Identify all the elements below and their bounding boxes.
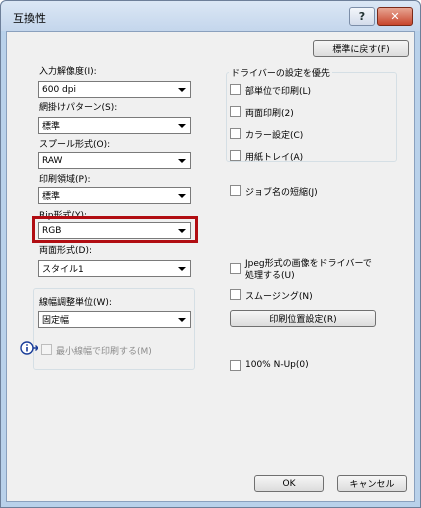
halftone-value: 標準 — [42, 122, 61, 132]
rip-format-select[interactable]: RGB — [38, 222, 191, 239]
jpeg-driver-label-line2: 処理する(U) — [245, 271, 295, 281]
print-area-value: 標準 — [42, 192, 61, 202]
chevron-down-icon — [178, 124, 186, 128]
window-title: 互換性 — [13, 12, 46, 25]
smoothing-checkbox[interactable] — [230, 289, 241, 300]
chevron-down-icon — [178, 318, 186, 322]
line-width-value: 固定幅 — [42, 316, 70, 326]
print-area-select[interactable]: 標準 — [38, 187, 191, 204]
duplex-format-label: 両面形式(D): — [39, 246, 92, 256]
print-position-label: 印刷位置設定(R) — [269, 315, 337, 325]
line-width-select[interactable]: 固定幅 — [38, 311, 191, 328]
nup-100-label: 100% N-Up(0) — [245, 360, 309, 370]
reset-default-label: 標準に戻す(F) — [332, 45, 390, 55]
duplex-label: 両面印刷(2) — [245, 109, 294, 119]
spool-value: RAW — [42, 155, 63, 166]
collate-checkbox[interactable] — [230, 84, 241, 95]
title-bar: 互換性 ? ✕ — [1, 1, 420, 31]
spool-select[interactable]: RAW — [38, 152, 191, 169]
cancel-label: キャンセル — [349, 480, 395, 490]
duplex-format-value: スタイル1 — [42, 265, 84, 275]
shorten-job-name-checkbox[interactable] — [230, 185, 241, 196]
dialog-window: 互換性 ? ✕ 標準に戻す(F) 入力解像度(I): 600 dpi 網掛けパタ… — [0, 0, 421, 508]
driver-priority-title: ドライバーの設定を優先 — [229, 66, 332, 79]
jpeg-driver-checkbox[interactable] — [230, 263, 241, 274]
smoothing-label: スムージング(N) — [245, 292, 313, 302]
collate-label: 部単位で印刷(L) — [245, 87, 312, 97]
duplex-format-select[interactable]: スタイル1 — [38, 260, 191, 277]
halftone-select[interactable]: 標準 — [38, 117, 191, 134]
min-line-width-checkbox[interactable] — [41, 344, 52, 355]
chevron-down-icon — [178, 229, 186, 233]
dialog-client: 標準に戻す(F) 入力解像度(I): 600 dpi 網掛けパターン(S): 標… — [6, 31, 415, 502]
close-button[interactable]: ✕ — [377, 7, 413, 26]
color-settings-checkbox[interactable] — [230, 128, 241, 139]
reset-default-button[interactable]: 標準に戻す(F) — [313, 40, 409, 57]
duplex-checkbox[interactable] — [230, 106, 241, 117]
print-area-label: 印刷領域(P): — [39, 175, 91, 185]
cancel-button[interactable]: キャンセル — [337, 475, 407, 492]
close-icon: ✕ — [390, 10, 400, 23]
info-icon — [20, 341, 38, 355]
ok-button[interactable]: OK — [254, 475, 324, 492]
min-line-width-label: 最小線幅で印刷する(M) — [56, 347, 152, 357]
chevron-down-icon — [178, 267, 186, 271]
line-width-label: 線幅調整単位(W): — [39, 298, 112, 308]
input-resolution-value: 600 dpi — [42, 84, 76, 95]
chevron-down-icon — [178, 194, 186, 198]
ok-label: OK — [282, 478, 296, 489]
paper-tray-checkbox[interactable] — [230, 150, 241, 161]
chevron-down-icon — [178, 88, 186, 92]
spool-label: スプール形式(O): — [39, 140, 111, 150]
help-icon: ? — [358, 10, 366, 23]
print-position-button[interactable]: 印刷位置設定(R) — [230, 310, 376, 327]
chevron-down-icon — [178, 159, 186, 163]
input-resolution-label: 入力解像度(I): — [39, 67, 97, 77]
paper-tray-label: 用紙トレイ(A) — [245, 153, 304, 163]
rip-format-value: RGB — [42, 225, 62, 236]
nup-100-checkbox[interactable] — [230, 360, 241, 371]
help-button[interactable]: ? — [349, 7, 375, 26]
input-resolution-select[interactable]: 600 dpi — [38, 81, 191, 98]
color-settings-label: カラー設定(C) — [245, 131, 304, 141]
shorten-job-name-label: ジョブ名の短縮(J) — [245, 188, 318, 198]
halftone-label: 網掛けパターン(S): — [39, 103, 118, 113]
